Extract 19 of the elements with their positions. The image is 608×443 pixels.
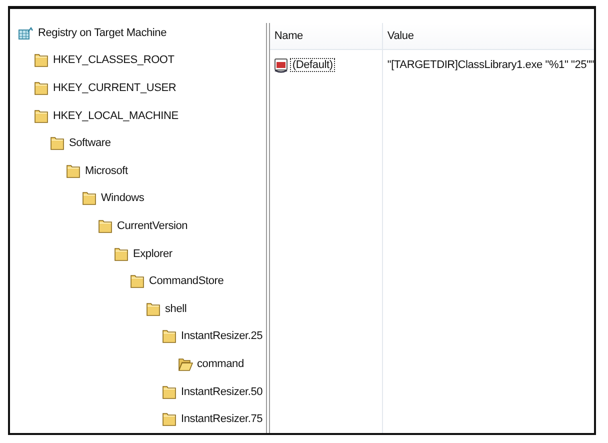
tree-item[interactable]: Microsoft: [85, 164, 128, 177]
tree-item[interactable]: command: [197, 358, 244, 370]
tree-item[interactable]: InstantResizer.50: [181, 386, 263, 398]
tree-item[interactable]: HKEY_CLASSES_ROOT: [53, 54, 174, 66]
value-data: "[TARGETDIR]ClassLibrary1.exe "%1" "25"": [387, 59, 594, 71]
tree-item[interactable]: Registry on Target Machine: [38, 26, 166, 39]
tree-item[interactable]: CommandStore: [149, 275, 224, 288]
registry-icon: [18, 26, 34, 40]
tree-item[interactable]: CurrentVersion: [117, 220, 188, 232]
tree-item[interactable]: shell: [165, 302, 187, 315]
tree-item[interactable]: InstantResizer.75: [181, 413, 263, 426]
tree-item[interactable]: InstantResizer.25: [181, 330, 263, 342]
tree-item[interactable]: Windows: [101, 192, 144, 204]
tree-item[interactable]: Software: [69, 137, 111, 150]
tree-item[interactable]: Explorer: [133, 248, 172, 260]
value-name[interactable]: (Default): [291, 59, 334, 71]
tree-item[interactable]: HKEY_CURRENT_USER: [53, 82, 176, 94]
string-value-icon: [274, 58, 288, 72]
tree-item[interactable]: HKEY_LOCAL_MACHINE: [53, 110, 178, 122]
